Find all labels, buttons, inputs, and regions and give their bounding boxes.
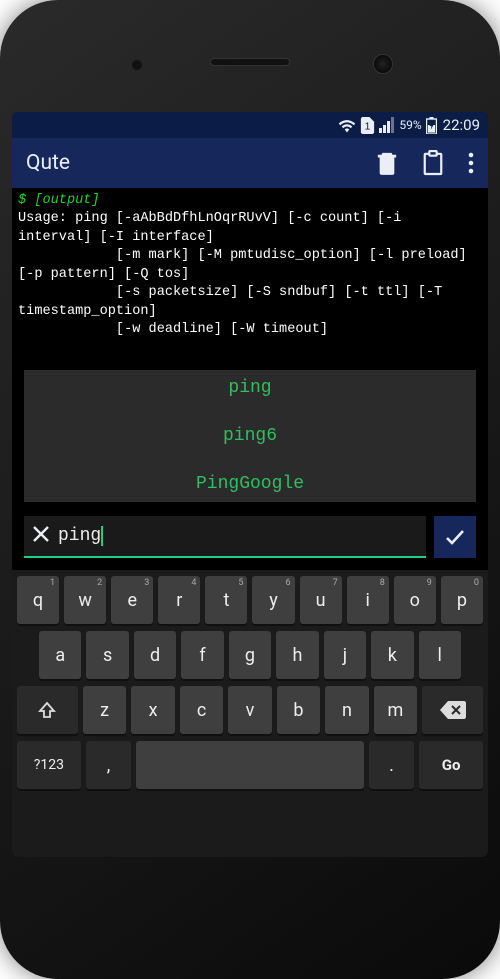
key-q[interactable]: q1 bbox=[17, 576, 59, 624]
key-e[interactable]: e3 bbox=[111, 576, 153, 624]
key-o[interactable]: o9 bbox=[394, 576, 436, 624]
text-caret bbox=[101, 526, 103, 546]
key-t[interactable]: t5 bbox=[205, 576, 247, 624]
svg-text:1: 1 bbox=[365, 121, 371, 132]
key-h[interactable]: h bbox=[276, 631, 318, 679]
space-key[interactable] bbox=[136, 741, 364, 789]
symbols-key[interactable]: ?123 bbox=[17, 741, 81, 789]
key-b[interactable]: b bbox=[277, 686, 320, 734]
front-camera bbox=[373, 54, 393, 74]
backspace-icon bbox=[440, 701, 466, 719]
paste-button[interactable] bbox=[410, 150, 456, 176]
key-w[interactable]: w2 bbox=[64, 576, 106, 624]
clear-input-button[interactable] bbox=[32, 524, 58, 548]
terminal-prompt: $ [output] bbox=[18, 193, 100, 208]
battery-icon bbox=[426, 117, 437, 134]
speaker-grille bbox=[210, 58, 290, 66]
key-v[interactable]: v bbox=[228, 686, 271, 734]
key-u[interactable]: u7 bbox=[300, 576, 342, 624]
key-p[interactable]: p0 bbox=[441, 576, 483, 624]
period-key[interactable]: . bbox=[369, 741, 415, 789]
keyboard-row-4: ?123 , . Go bbox=[17, 741, 483, 789]
key-n[interactable]: n bbox=[325, 686, 368, 734]
suggestion-item[interactable]: PingGoogle bbox=[196, 474, 304, 494]
screen: 1 59% 22:09 Qute $ [output] Usage: ping … bbox=[12, 112, 488, 857]
app-bar: Qute bbox=[12, 138, 488, 188]
key-s[interactable]: s bbox=[86, 631, 128, 679]
terminal-line: [-w deadline] [-W timeout] bbox=[18, 322, 328, 337]
delete-button[interactable] bbox=[364, 150, 410, 176]
go-key[interactable]: Go bbox=[419, 741, 483, 789]
command-input-value: ping bbox=[58, 526, 101, 546]
check-icon bbox=[443, 525, 467, 549]
phone-chin bbox=[12, 857, 488, 927]
suggestion-item[interactable]: ping6 bbox=[223, 426, 277, 446]
key-g[interactable]: g bbox=[229, 631, 271, 679]
close-icon bbox=[32, 525, 50, 543]
comma-key[interactable]: , bbox=[86, 741, 132, 789]
key-l[interactable]: l bbox=[419, 631, 461, 679]
status-bar: 1 59% 22:09 bbox=[12, 112, 488, 138]
key-y[interactable]: y6 bbox=[252, 576, 294, 624]
phone-top bbox=[12, 12, 488, 112]
shift-icon bbox=[37, 700, 57, 720]
command-input[interactable]: ping bbox=[24, 516, 426, 558]
battery-percent: 59% bbox=[399, 118, 421, 132]
key-f[interactable]: f bbox=[181, 631, 223, 679]
soft-keyboard: q1w2e3r4t5y6u7i8o9p0 asdfghjkl zxcvbnm ?… bbox=[12, 570, 488, 857]
key-i[interactable]: i8 bbox=[347, 576, 389, 624]
terminal-line: [-s packetsize] [-S sndbuf] [-t ttl] [-T… bbox=[18, 285, 450, 318]
command-input-row: ping bbox=[24, 516, 476, 558]
keyboard-row-3: zxcvbnm bbox=[17, 686, 483, 734]
key-r[interactable]: r4 bbox=[158, 576, 200, 624]
key-d[interactable]: d bbox=[134, 631, 176, 679]
sensor-dot bbox=[132, 60, 142, 70]
signal-icon bbox=[379, 117, 395, 133]
clock: 22:09 bbox=[443, 116, 480, 134]
phone-frame: 1 59% 22:09 Qute $ [output] Usage: ping … bbox=[0, 0, 500, 979]
key-m[interactable]: m bbox=[374, 686, 417, 734]
submit-button[interactable] bbox=[434, 516, 476, 558]
backspace-key[interactable] bbox=[422, 686, 483, 734]
terminal-output[interactable]: $ [output] Usage: ping [-aAbBdDfhLnOqrRU… bbox=[12, 188, 488, 370]
key-j[interactable]: j bbox=[324, 631, 366, 679]
keyboard-row-1: q1w2e3r4t5y6u7i8o9p0 bbox=[17, 576, 483, 624]
suggestion-item[interactable]: ping bbox=[228, 378, 271, 398]
wifi-icon bbox=[338, 117, 356, 133]
suggestion-panel: ping ping6 PingGoogle bbox=[24, 370, 476, 502]
key-x[interactable]: x bbox=[131, 686, 174, 734]
clipboard-icon bbox=[422, 150, 444, 176]
key-k[interactable]: k bbox=[371, 631, 413, 679]
overflow-button[interactable] bbox=[456, 152, 474, 174]
key-z[interactable]: z bbox=[83, 686, 126, 734]
more-vert-icon bbox=[468, 152, 474, 174]
key-c[interactable]: c bbox=[180, 686, 223, 734]
sim-icon: 1 bbox=[360, 117, 375, 134]
terminal-line: Usage: ping [-aAbBdDfhLnOqrRUvV] [-c cou… bbox=[18, 211, 410, 244]
trash-icon bbox=[376, 150, 398, 176]
keyboard-row-2: asdfghjkl bbox=[17, 631, 483, 679]
shift-key[interactable] bbox=[17, 686, 78, 734]
key-a[interactable]: a bbox=[39, 631, 81, 679]
terminal-line: [-m mark] [-M pmtudisc_option] [-l prelo… bbox=[18, 248, 475, 281]
app-title: Qute bbox=[26, 151, 364, 175]
